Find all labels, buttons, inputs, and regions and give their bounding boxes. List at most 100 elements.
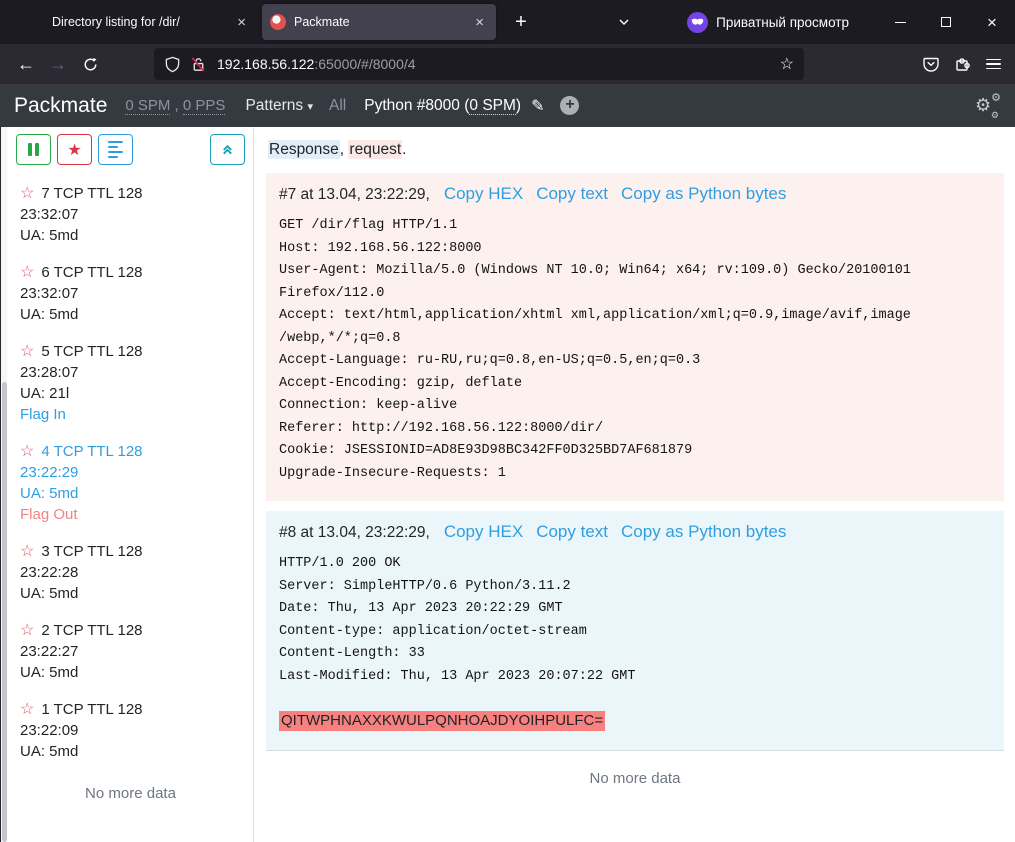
stream-user-agent: UA: 5md: [20, 483, 243, 504]
http-line: Upgrade-Insecure-Requests: 1: [279, 463, 991, 486]
new-tab-button[interactable]: +: [506, 7, 536, 37]
service-spm-stat: 0 SPM: [469, 97, 516, 115]
tab-close-icon[interactable]: ×: [471, 14, 488, 31]
stream-user-agent: UA: 5md: [20, 741, 243, 762]
private-mask-icon: [687, 12, 708, 33]
forward-button: →: [42, 49, 74, 79]
streams-sidebar: ★ ☆7 TCP TTL 12823:32:07UA: 5md☆6 TCP TT…: [1, 127, 254, 842]
list-view-button[interactable]: [98, 134, 133, 165]
close-button[interactable]: ×: [969, 0, 1015, 44]
stream-title: 1 TCP TTL 128: [41, 699, 142, 720]
add-service-button[interactable]: +: [560, 96, 579, 115]
copy-link-copy-as-python-bytes[interactable]: Copy as Python bytes: [621, 184, 786, 204]
patterns-dropdown[interactable]: Patterns ▾: [245, 97, 313, 115]
caret-down-icon: ▾: [307, 101, 313, 113]
copy-link-copy-as-python-bytes[interactable]: Copy as Python bytes: [621, 522, 786, 542]
stream-list: ☆7 TCP TTL 12823:32:07UA: 5md☆6 TCP TTL …: [8, 171, 253, 762]
tab-close-icon[interactable]: ×: [233, 14, 250, 31]
stream-item[interactable]: ☆3 TCP TTL 12823:22:28UA: 5md: [20, 541, 243, 604]
stream-item[interactable]: ☆ 4 TCP TTL 12823:22:29UA: 5mdFlag Out: [20, 441, 243, 525]
copy-link-copy-hex[interactable]: Copy HEX: [444, 522, 523, 542]
extensions-puzzle-icon[interactable]: [954, 55, 972, 73]
minimize-button[interactable]: [877, 0, 923, 44]
edit-service-pencil-icon[interactable]: ✎: [531, 96, 544, 116]
sidebar-scrollbar[interactable]: [1, 127, 7, 842]
stream-user-agent: UA: 21l: [20, 383, 243, 404]
settings-gears-icon[interactable]: ⚙ ⚙ ⚙: [975, 94, 1001, 118]
service-python-8000-link[interactable]: Python #8000 (0 SPM): [364, 97, 521, 115]
close-icon: ×: [987, 14, 997, 31]
http-line: User-Agent: Mozilla/5.0 (Windows NT 10.0…: [279, 260, 991, 283]
service-all-link[interactable]: All: [329, 97, 346, 115]
sidebar-no-more-data: No more data: [8, 785, 253, 802]
packet-body: GET /dir/flag HTTP/1.1Host: 192.168.56.1…: [279, 215, 991, 485]
packmate-brand[interactable]: Packmate: [14, 94, 107, 118]
stream-title: 3 TCP TTL 128: [41, 541, 142, 562]
stream-item[interactable]: ☆6 TCP TTL 12823:32:07UA: 5md: [20, 262, 243, 325]
pocket-icon[interactable]: [922, 55, 940, 73]
sidebar-controls: ★: [8, 127, 253, 171]
http-line: Accept: text/html,application/xhtml xml,…: [279, 305, 991, 328]
stream-user-agent: UA: 5md: [20, 225, 243, 246]
packet-id: #8 at 13.04, 23:22:29,: [279, 524, 430, 542]
favorite-star-icon[interactable]: ☆: [20, 183, 34, 204]
list-all-tabs-chevron-icon[interactable]: [617, 15, 631, 29]
pause-button[interactable]: [16, 134, 51, 165]
url-text: 192.168.56.122:65000/#/8000/4: [217, 56, 416, 72]
window-controls: ×: [877, 0, 1015, 44]
stream-title: 6 TCP TTL 128: [41, 262, 142, 283]
stream-time: 23:22:29: [20, 462, 243, 483]
sidebar-scrollbar-thumb[interactable]: [2, 382, 7, 842]
menu-hamburger-icon[interactable]: [986, 59, 1001, 70]
scroll-to-top-button[interactable]: [210, 134, 245, 165]
stream-item[interactable]: ☆2 TCP TTL 12823:22:27UA: 5md: [20, 620, 243, 683]
copy-link-copy-hex[interactable]: Copy HEX: [444, 184, 523, 204]
favorites-filter-button[interactable]: ★: [57, 134, 92, 165]
favorite-star-icon[interactable]: ☆: [20, 341, 34, 362]
stream-time: 23:28:07: [20, 362, 243, 383]
stream-title: 5 TCP TTL 128: [41, 341, 142, 362]
bookmark-star-icon[interactable]: ☆: [780, 54, 794, 74]
shield-icon[interactable]: [164, 56, 181, 73]
favorite-star-icon[interactable]: ☆: [20, 620, 34, 641]
packmate-navbar: Packmate 0 SPM , 0 PPS Patterns ▾ All Py…: [0, 84, 1015, 127]
toolbar-right-icons: [922, 55, 1005, 73]
stream-user-agent: UA: 5md: [20, 583, 243, 604]
favorite-star-icon[interactable]: ☆: [20, 541, 34, 562]
stream-title: 4 TCP TTL 128: [41, 441, 142, 462]
tab-packmate[interactable]: Packmate ×: [262, 4, 496, 40]
url-bar[interactable]: 192.168.56.122:65000/#/8000/4 ☆: [154, 48, 804, 80]
flag-out-link[interactable]: Flag Out: [20, 504, 243, 525]
url-host: 192.168.56.122: [217, 56, 314, 72]
insecure-lock-icon[interactable]: [190, 56, 207, 73]
flag-in-link[interactable]: Flag In: [20, 404, 243, 425]
favorite-star-icon[interactable]: ☆: [20, 699, 34, 720]
http-line: Server: SimpleHTTP/0.6 Python/3.11.2: [279, 576, 991, 599]
pause-icon: [28, 143, 39, 156]
http-line: Content-type: application/octet-stream: [279, 621, 991, 644]
stream-item[interactable]: ☆ 5 TCP TTL 12823:28:07UA: 21lFlag In: [20, 341, 243, 425]
favorite-star-icon[interactable]: ☆: [20, 441, 34, 462]
copy-link-copy-text[interactable]: Copy text: [536, 184, 608, 204]
stream-item[interactable]: ☆1 TCP TTL 12823:22:09UA: 5md: [20, 699, 243, 762]
maximize-button[interactable]: [923, 0, 969, 44]
packmate-favicon-icon: [270, 14, 286, 30]
flag-highlight[interactable]: QITWPHNAXXKWULPQNHOAJDYOIHPULFC=: [279, 711, 605, 731]
stream-item[interactable]: ☆7 TCP TTL 12823:32:07UA: 5md: [20, 183, 243, 246]
http-line: Accept-Language: ru-RU,ru;q=0.8,en-US;q=…: [279, 350, 991, 373]
legend-request: request: [348, 140, 402, 159]
copy-link-copy-text[interactable]: Copy text: [536, 522, 608, 542]
reload-button[interactable]: [74, 49, 106, 79]
stream-title: 2 TCP TTL 128: [41, 620, 142, 641]
star-filled-icon: ★: [67, 140, 81, 160]
maximize-icon: [941, 17, 951, 27]
tab-directory-listing[interactable]: Directory listing for /dir/ ×: [8, 4, 258, 40]
packets-no-more-data: No more data: [266, 770, 1004, 787]
http-line: Content-Length: 33: [279, 643, 991, 666]
http-line: /webp,*/*;q=0.8: [279, 328, 991, 351]
favorite-star-icon[interactable]: ☆: [20, 262, 34, 283]
packet-body: HTTP/1.0 200 OKServer: SimpleHTTP/0.6 Py…: [279, 553, 991, 734]
http-line: Host: 192.168.56.122:8000: [279, 238, 991, 261]
back-button[interactable]: ←: [10, 49, 42, 79]
http-line: Date: Thu, 13 Apr 2023 20:22:29 GMT: [279, 598, 991, 621]
